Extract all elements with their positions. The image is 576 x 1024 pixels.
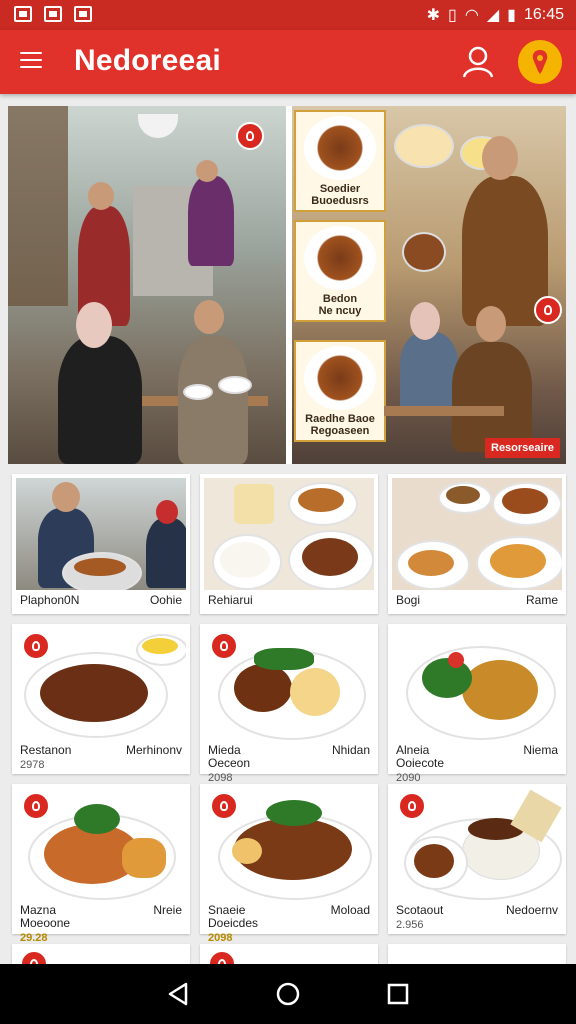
restaurant-photo — [8, 106, 286, 464]
restaurant-card[interactable]: Rehiarui — [200, 474, 378, 614]
vibrate-icon: ▯ — [448, 7, 457, 24]
restaurant-logo-icon — [236, 122, 264, 150]
restaurant-card[interactable]: Alneia Ooiecote Niema 2090 — [388, 624, 566, 784]
recents-icon[interactable] — [384, 980, 412, 1008]
status-bar: ✱ ▯ ◠ ◢ ▮ 16:45 — [0, 0, 576, 30]
restaurant-card[interactable]: Snaeie Doeicdes Moload 2098 — [200, 784, 378, 944]
restaurant-card[interactable]: Restanon Merhinonv 2978 — [12, 624, 190, 774]
restaurant-logo-icon — [208, 950, 236, 964]
hero-banner[interactable]: Soedier Buoedusrs Bedon Ne ncuy Raedhe Bao… — [8, 106, 566, 464]
restaurant-tag: Resorseaire — [485, 438, 560, 458]
restaurant-card[interactable] — [12, 944, 190, 964]
menu-card: Raedhe Baoe Regoaseen — [294, 340, 386, 442]
menu-card: Soedier Buoedusrs — [294, 110, 386, 212]
location-badge-button[interactable] — [518, 40, 562, 84]
clock: 16:45 — [523, 6, 564, 23]
restaurant-logo-icon — [210, 632, 238, 660]
x-icon — [74, 6, 92, 22]
restaurant-card[interactable]: Plaphon0N Oohie — [12, 474, 190, 614]
restaurant-card[interactable] — [388, 944, 566, 964]
signal-icon: ◢ — [486, 7, 500, 24]
home-icon[interactable] — [274, 980, 302, 1008]
pin-icon — [532, 50, 548, 74]
flipboard-icon — [44, 6, 62, 22]
restaurant-card[interactable]: Mieda Oeceon Nhidan 2098 — [200, 624, 378, 784]
wifi-icon: ◠ — [464, 7, 479, 24]
restaurant-card[interactable]: Scotaout Nedoernv 2.956 — [388, 784, 566, 934]
restaurant-logo-icon — [398, 792, 426, 820]
restaurant-card[interactable]: Bogi Rame — [388, 474, 566, 614]
restaurant-card[interactable]: Mazna Moeoone Nreie 29.28 — [12, 784, 190, 944]
restaurant-logo-icon — [22, 792, 50, 820]
restaurant-logo-icon — [22, 632, 50, 660]
user-icon[interactable] — [460, 44, 496, 80]
menu-photo: Soedier Buoedusrs Bedon Ne ncuy Raedhe Bao… — [292, 106, 566, 464]
content-area: Soedier Buoedusrs Bedon Ne ncuy Raedhe Bao… — [0, 94, 576, 964]
image-icon — [14, 6, 32, 22]
app-bar: Nedoreeai — [0, 30, 576, 94]
battery-icon: ▮ — [507, 7, 516, 24]
restaurant-logo-icon — [210, 792, 238, 820]
bluetooth-icon: ✱ — [426, 7, 441, 24]
menu-card: Bedon Ne ncuy — [294, 220, 386, 322]
restaurant-logo-icon — [534, 296, 562, 324]
back-icon[interactable] — [164, 980, 192, 1008]
system-nav-bar — [0, 964, 576, 1024]
app-title: Nedoreeai — [74, 44, 221, 77]
restaurant-card[interactable] — [200, 944, 378, 964]
restaurant-logo-icon — [20, 950, 48, 964]
hamburger-menu-icon[interactable] — [20, 52, 42, 70]
